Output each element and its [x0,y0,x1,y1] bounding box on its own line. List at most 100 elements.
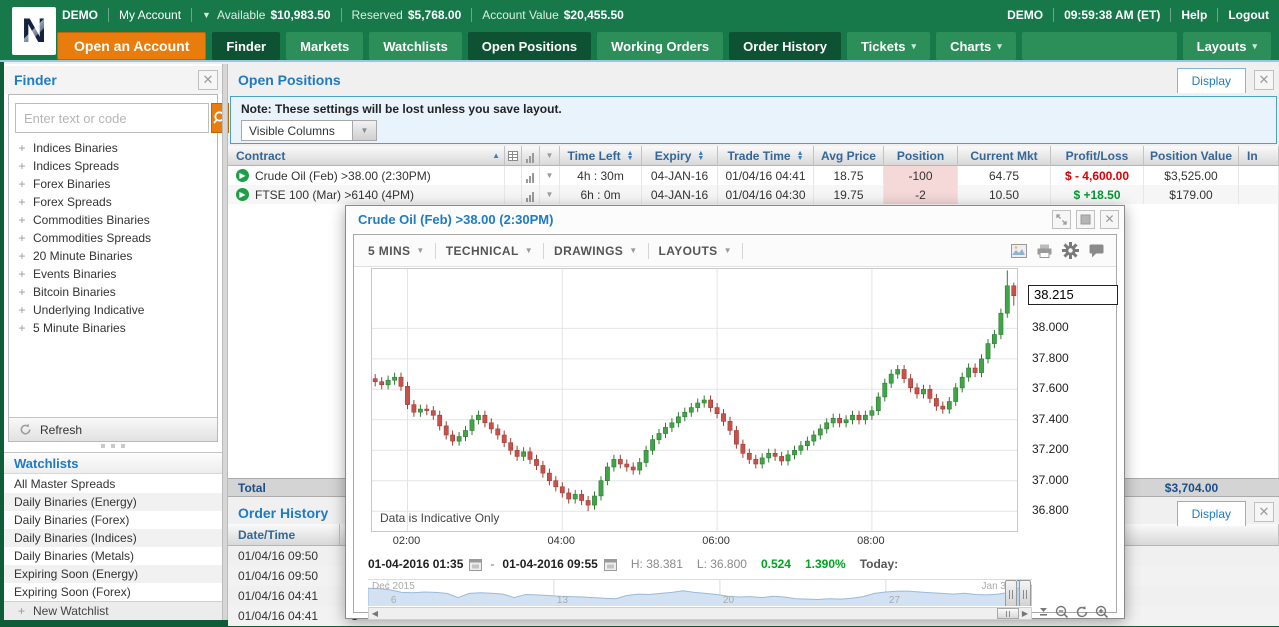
nav-working-orders[interactable]: Working Orders [597,32,723,60]
finder-tree-item[interactable]: +Underlying Indicative [15,301,211,319]
finder-tree-item[interactable]: +20 Minute Binaries [15,247,211,265]
column-header-expiry[interactable]: Expiry▲▼ [642,146,718,166]
order-history-display-tab[interactable]: Display [1177,501,1246,526]
grid-cell[interactable] [505,185,522,204]
column-header-contract[interactable]: Contract▲ [228,146,505,166]
collapse-navigator-button[interactable] [1038,606,1049,618]
finder-tree-item[interactable]: +Indices Spreads [15,157,211,175]
finder-tree-item[interactable]: +5 Minute Binaries [15,319,211,337]
snapshot-button[interactable] [1011,244,1027,258]
reset-zoom-button[interactable] [1075,605,1089,619]
zoom-in-button[interactable] [1095,605,1109,619]
logout-link[interactable]: Logout [1228,8,1269,22]
watchlist-item[interactable]: Daily Binaries (Forex) [4,511,222,529]
technical-dropdown[interactable]: TECHNICAL▼ [446,244,533,258]
interval-dropdown[interactable]: 5 MINS▼ [368,244,425,258]
expand-plus-icon[interactable]: + [15,231,29,245]
finder-tree-item[interactable]: +Bitcoin Binaries [15,283,211,301]
chart-cell[interactable] [522,166,540,185]
expand-plus-icon[interactable]: + [15,249,29,263]
bar-chart-icon[interactable] [526,188,535,202]
watchlist-item[interactable]: All Master Spreads [4,475,222,493]
table-row[interactable]: ▶Crude Oil (Feb) >38.00 (2:30PM)▼4h : 30… [228,166,1279,185]
finder-tree-item[interactable]: +Commodities Binaries [15,211,211,229]
finder-tree-item[interactable]: +Forex Binaries [15,175,211,193]
chevron-down-icon[interactable]: ▼ [546,190,554,199]
new-watchlist-button[interactable]: + New Watchlist [4,601,222,620]
order-history-close-icon[interactable]: ✕ [1254,502,1274,522]
nav-open-positions[interactable]: Open Positions [468,32,591,60]
column-header-current-mkt[interactable]: Current Mkt [958,146,1051,166]
expand-plus-icon[interactable]: + [15,213,29,227]
finder-tree-item[interactable]: +Events Binaries [15,265,211,283]
watchlist-item[interactable]: Daily Binaries (Indices) [4,529,222,547]
column-header-grid-icon[interactable] [505,146,522,166]
table-row[interactable]: ▶FTSE 100 (Mar) >6140 (4PM)▼6h : 0m04-JA… [228,185,1279,204]
expand-plus-icon[interactable]: + [15,195,29,209]
chart-window-titlebar[interactable]: Crude Oil (Feb) >38.00 (2:30PM) ✕ [346,206,1124,232]
nav-charts[interactable]: Charts▾ [936,32,1016,60]
column-header-profit-loss[interactable]: Profit/Loss [1051,146,1144,166]
maximize-button[interactable] [1052,210,1071,229]
column-header-date-time[interactable]: Date/Time [228,524,340,545]
column-header-caret[interactable]: ▼ [540,146,560,166]
nav-tickets[interactable]: Tickets▾ [847,32,930,60]
my-account-link[interactable]: My Account [119,8,181,22]
nav-watchlists[interactable]: Watchlists [369,32,462,60]
search-input[interactable] [15,103,209,133]
calendar-icon[interactable] [469,558,482,571]
contract-cell[interactable]: ▶FTSE 100 (Mar) >6140 (4PM) [228,185,505,204]
visible-columns-dropdown[interactable]: Visible Columns ▼ [241,120,377,141]
column-header-trade-time[interactable]: Trade Time▲▼ [718,146,814,166]
refresh-button[interactable]: Refresh [9,417,217,441]
calendar-icon[interactable] [604,558,617,571]
chart-cell[interactable] [522,185,540,204]
navigator-scrollbar[interactable]: ◀ ▶ [368,607,1032,620]
finder-close-icon[interactable]: ✕ [198,70,218,90]
expand-plus-icon[interactable]: + [15,303,29,317]
range-from-date[interactable]: 01-04-2016 01:35 [368,557,463,571]
play-icon[interactable]: ▶ [236,169,249,182]
contract-cell[interactable]: ▶Crude Oil (Feb) >38.00 (2:30PM) [228,166,505,185]
scroll-right-arrow-icon[interactable]: ▶ [1019,608,1031,619]
chevron-down-icon[interactable]: ▼ [546,171,554,180]
drawings-dropdown[interactable]: DRAWINGS▼ [554,244,638,258]
chart-close-icon[interactable]: ✕ [1100,210,1119,229]
layouts-button[interactable]: Layouts ▾ [1183,32,1271,60]
chart-navigator[interactable]: Dec 2015 Jan 3 61320273 [368,579,1032,606]
nav-markets[interactable]: Markets [286,32,363,60]
open-account-button[interactable]: Open an Account [57,32,206,60]
open-positions-close-icon[interactable]: ✕ [1254,70,1274,90]
nav-order-history[interactable]: Order History [729,32,841,60]
play-icon[interactable]: ▶ [236,188,249,201]
column-header-chart-icon[interactable] [522,146,540,166]
caret-cell[interactable]: ▼ [540,185,560,204]
navigator-right-handle[interactable] [1019,580,1031,606]
finder-tree-item[interactable]: +Indices Binaries [15,139,211,157]
expand-plus-icon[interactable]: + [15,141,29,155]
help-link[interactable]: Help [1181,8,1207,22]
caret-cell[interactable]: ▼ [540,166,560,185]
nav-finder[interactable]: Finder [212,32,280,60]
panel-resize-handle[interactable] [4,444,222,450]
grid-cell[interactable] [505,166,522,185]
finder-tree-item[interactable]: +Forex Spreads [15,193,211,211]
scroll-left-arrow-icon[interactable]: ◀ [369,608,381,619]
print-button[interactable] [1037,244,1052,258]
expand-plus-icon[interactable]: + [15,285,29,299]
finder-tree-item[interactable]: +Commodities Spreads [15,229,211,247]
column-header-in[interactable]: In [1239,146,1279,166]
balance-dropdown-caret-icon[interactable]: ▼ [202,10,211,20]
nadex-logo[interactable]: N [12,7,56,55]
watchlist-item[interactable]: Daily Binaries (Metals) [4,547,222,565]
watchlist-item[interactable]: Expiring Soon (Energy) [4,565,222,583]
settings-button[interactable] [1062,242,1079,259]
column-header-position[interactable]: Position [884,146,958,166]
chart-layouts-dropdown[interactable]: LAYOUTS▼ [659,244,732,258]
expand-plus-icon[interactable]: + [15,321,29,335]
watchlist-item[interactable]: Expiring Soon (Forex) [4,583,222,601]
range-to-date[interactable]: 01-04-2016 09:55 [502,557,597,571]
zoom-out-button[interactable] [1055,605,1069,619]
column-header-position-value[interactable]: Position Value [1144,146,1239,166]
scrollbar-handle[interactable] [997,608,1019,619]
